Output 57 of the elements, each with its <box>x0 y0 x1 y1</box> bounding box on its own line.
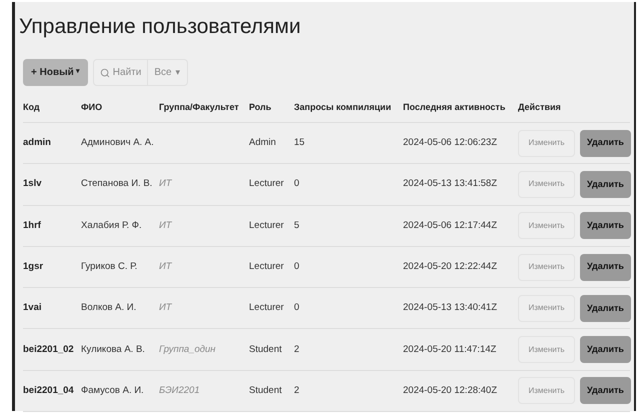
table-cell: admin <box>23 136 51 150</box>
table-cell: 2024-05-13 13:40:41Z <box>403 301 498 316</box>
table-cell-text: 0 <box>294 260 300 274</box>
table-cell: 2024-05-06 12:06:23Z <box>403 136 498 150</box>
delete-button[interactable]: Удалить <box>580 170 631 198</box>
table-cell-text: 1gsr <box>23 260 44 274</box>
table-cell-text: 0 <box>294 177 300 192</box>
delete-button[interactable]: Удалить <box>580 294 631 322</box>
column-header: ФИО <box>81 101 102 114</box>
table-cell-text: 2024-05-13 13:41:58Z <box>403 177 498 192</box>
table-cell-text: Гуриков С. Р. <box>81 260 138 274</box>
delete-button[interactable]: Удалить <box>580 212 631 240</box>
search-icon <box>100 68 110 78</box>
table-cell-text: ИТ <box>159 177 172 192</box>
table-cell: Админович А. А. <box>81 136 154 150</box>
table-cell-text: Степанова И. В. <box>81 177 152 192</box>
table-cell: Волков А. И. <box>81 301 136 316</box>
table-cell-text: ИТ <box>159 260 172 274</box>
table-cell-text: Lecturer <box>249 177 284 192</box>
table-cell-text: 2024-05-20 12:22:44Z <box>403 260 498 274</box>
table-cell: 5 <box>294 218 300 233</box>
column-header: Роль <box>249 101 272 114</box>
table-cell: 2024-05-06 12:17:44Z <box>403 218 498 233</box>
table-cell-text: Куликова А. В. <box>81 342 145 356</box>
table-cell: 1vai <box>23 301 42 316</box>
column-header: Последняя активность <box>403 101 506 114</box>
table-cell: Admin <box>249 136 276 150</box>
delete-button[interactable]: Удалить <box>580 254 631 281</box>
table-cell-text: 2 <box>294 342 300 356</box>
column-header: Группа/Факультет <box>159 101 239 114</box>
delete-button[interactable]: Удалить <box>580 336 631 364</box>
column-header: Действия <box>518 101 561 114</box>
table-cell: Lecturer <box>249 301 284 316</box>
table-cell: ИТ <box>159 301 172 316</box>
table-cell-text: bei2201_02 <box>23 342 74 356</box>
table-cell: 0 <box>294 301 300 316</box>
table-cell-text: 2024-05-20 11:47:14Z <box>403 342 496 356</box>
table-cell: Lecturer <box>249 218 284 233</box>
table-cell-text: 1slv <box>23 177 42 192</box>
table-cell: Халабия Р. Ф. <box>81 218 142 233</box>
table-cell: 15 <box>294 136 305 150</box>
table-cell-text: Lecturer <box>249 260 284 274</box>
table-cell-text: 2 <box>294 384 300 398</box>
table-cell-text: Student <box>249 384 282 398</box>
column-header: Код <box>23 101 40 114</box>
table-cell-text: Фамусов А. И. <box>81 384 144 398</box>
page-title: Управление пользователями <box>19 14 301 40</box>
delete-button[interactable]: Удалить <box>580 130 631 157</box>
table-cell: 1hrf <box>23 218 41 233</box>
table-cell-text: БЭИ2201 <box>159 384 200 398</box>
table-cell-text: Группа_один <box>159 342 216 356</box>
table-cell-text: Student <box>249 342 282 356</box>
delete-button[interactable]: Удалить <box>580 377 631 404</box>
column-header: Запросы компиляции <box>294 101 392 114</box>
table-cell-text: 2024-05-20 12:28:40Z <box>403 384 498 398</box>
table-cell-text: bei2201_04 <box>23 384 74 398</box>
table-cell: ИТ <box>159 218 172 233</box>
